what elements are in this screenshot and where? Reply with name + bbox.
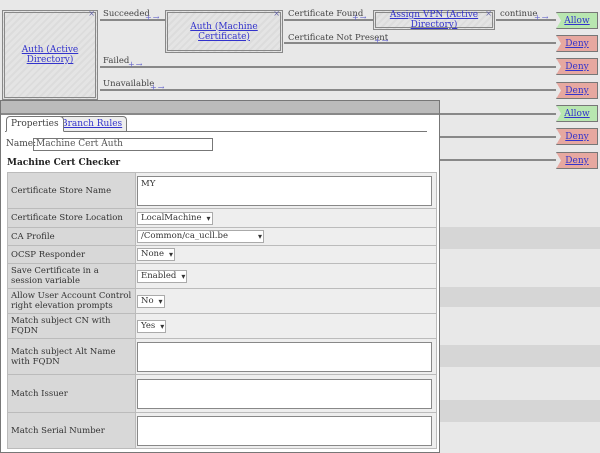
terminal-deny[interactable]: Deny bbox=[556, 58, 598, 75]
row-label: OCSP Responder bbox=[7, 245, 136, 264]
node-link[interactable]: Auth (Machine Certificate) bbox=[168, 22, 280, 42]
tab-properties[interactable]: Properties bbox=[6, 116, 64, 132]
branch-succeeded: Succeeded bbox=[103, 9, 150, 19]
save-certificate-select[interactable]: Enabled bbox=[137, 269, 188, 283]
branch-unavailable: Unavailable bbox=[103, 79, 155, 89]
match-cn-select[interactable]: Yes bbox=[137, 319, 167, 333]
terminal-deny[interactable]: Deny bbox=[556, 128, 598, 145]
add-action-icon[interactable]: +→ bbox=[145, 13, 160, 22]
background-band bbox=[440, 345, 600, 367]
terminal-link[interactable]: Deny bbox=[565, 156, 588, 166]
tab-branch-rules[interactable]: Branch Rules bbox=[56, 116, 128, 131]
row-label: Match Issuer bbox=[7, 374, 136, 413]
add-action-icon[interactable]: +→ bbox=[374, 36, 389, 45]
match-issuer-input[interactable] bbox=[137, 378, 432, 409]
match-serial-input[interactable] bbox=[137, 415, 432, 446]
node-link[interactable]: Assign VPN (Active Directory) bbox=[376, 10, 492, 30]
node-assign-vpn[interactable]: × Assign VPN (Active Directory) bbox=[373, 9, 495, 30]
terminal-deny[interactable]: Deny bbox=[556, 152, 598, 169]
properties-panel: Properties Branch Rules Name: Machine Ce… bbox=[0, 100, 440, 453]
terminal-link[interactable]: Deny bbox=[565, 62, 588, 72]
cert-store-name-input[interactable]: MY bbox=[137, 175, 432, 206]
node-link[interactable]: Auth (Active Directory) bbox=[5, 45, 95, 65]
match-alt-name-input[interactable] bbox=[137, 341, 432, 372]
terminal-allow[interactable]: Allow bbox=[556, 12, 598, 29]
panel-header[interactable] bbox=[1, 101, 439, 115]
branch-continue: continue bbox=[500, 9, 538, 19]
close-icon[interactable]: × bbox=[485, 9, 492, 18]
terminal-link[interactable]: Allow bbox=[564, 109, 589, 119]
terminal-allow[interactable]: Allow bbox=[556, 105, 598, 122]
add-action-icon[interactable]: +→ bbox=[534, 13, 549, 22]
branch-failed: Failed bbox=[103, 56, 130, 66]
terminal-link[interactable]: Deny bbox=[565, 86, 588, 96]
cert-store-location-select[interactable]: LocalMachine bbox=[137, 211, 213, 225]
terminal-deny[interactable]: Deny bbox=[556, 82, 598, 99]
close-icon[interactable]: × bbox=[273, 9, 280, 18]
section-heading: Machine Cert Checker bbox=[7, 158, 121, 168]
properties-table: Certificate Store Name MY Certificate Sto… bbox=[7, 172, 437, 449]
background-band bbox=[440, 400, 600, 422]
row-label: Allow User Account Control right elevati… bbox=[7, 288, 136, 314]
terminal-link[interactable]: Deny bbox=[565, 39, 588, 49]
uac-prompts-select[interactable]: No bbox=[137, 294, 165, 308]
ca-profile-select[interactable]: /Common/ca_ucll.be bbox=[137, 230, 264, 243]
terminal-link[interactable]: Deny bbox=[565, 132, 588, 142]
node-auth-machine-certificate[interactable]: × Auth (Machine Certificate) bbox=[165, 9, 283, 53]
close-icon[interactable]: × bbox=[88, 9, 95, 18]
terminal-deny[interactable]: Deny bbox=[556, 35, 598, 52]
add-action-icon[interactable]: +→ bbox=[352, 13, 367, 22]
row-label: Certificate Store Name bbox=[7, 172, 136, 209]
row-label: CA Profile bbox=[7, 227, 136, 246]
name-label: Name: bbox=[6, 139, 37, 149]
row-label: Match Serial Number bbox=[7, 412, 136, 449]
background-band bbox=[440, 287, 600, 307]
row-label: Match subject Alt Name with FQDN bbox=[7, 338, 136, 375]
background-band bbox=[440, 227, 600, 249]
row-label: Match subject CN with FQDN bbox=[7, 313, 136, 339]
add-action-icon[interactable]: +→ bbox=[128, 60, 143, 69]
row-label: Certificate Store Location bbox=[7, 208, 136, 228]
row-label: Save Certificate in a session variable bbox=[7, 263, 136, 289]
node-auth-active-directory[interactable]: × Auth (Active Directory) bbox=[2, 9, 98, 100]
add-action-icon[interactable]: +→ bbox=[150, 83, 165, 92]
ocsp-responder-select[interactable]: None bbox=[137, 248, 176, 261]
name-input[interactable]: Machine Cert Auth bbox=[33, 138, 213, 151]
terminal-link[interactable]: Allow bbox=[564, 16, 589, 26]
